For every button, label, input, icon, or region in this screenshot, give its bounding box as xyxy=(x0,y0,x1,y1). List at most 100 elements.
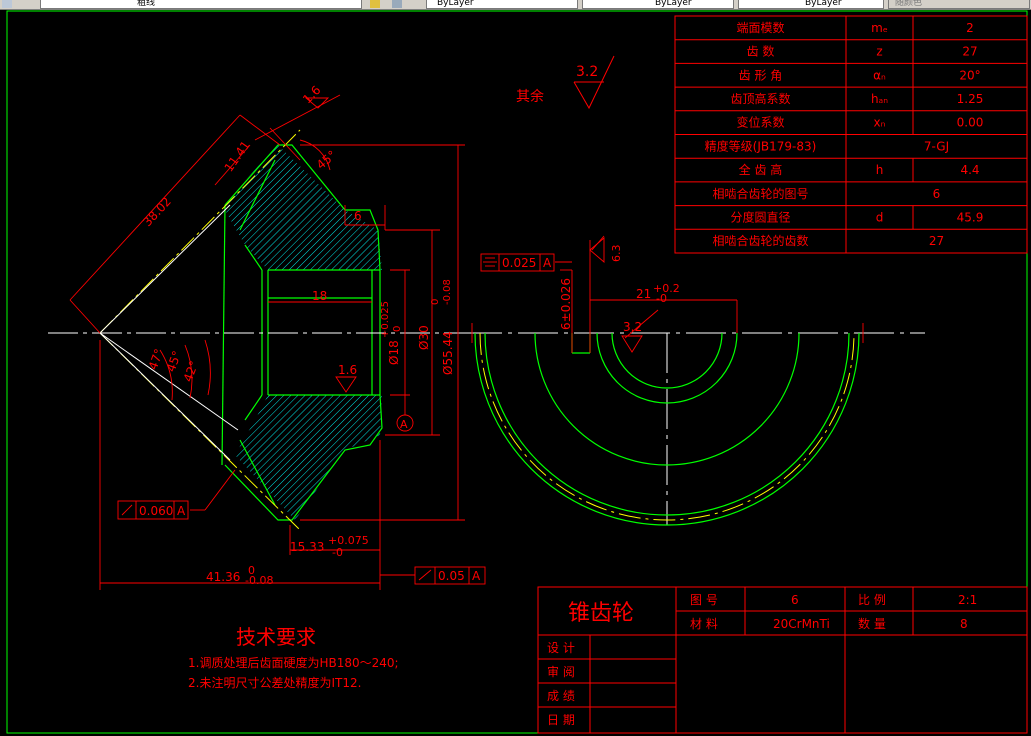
param-symbol: xₙ xyxy=(874,116,886,130)
roughness-keyway: 6.3 xyxy=(610,245,623,263)
sym-ref: A xyxy=(543,256,552,270)
color-combo-value: ByLayer xyxy=(437,0,474,8)
tech-req-item-1: 1.调质处理后齿面硬度为HB180～240; xyxy=(188,655,399,670)
layer-previous-icon[interactable] xyxy=(392,0,402,8)
param-value: 27 xyxy=(962,45,977,59)
color-combo[interactable]: ByLayer xyxy=(426,0,578,9)
param-name: 齿 数 xyxy=(747,44,775,59)
section-view xyxy=(48,129,470,531)
param-value: 7-GJ xyxy=(924,139,949,153)
quantity-value: 8 xyxy=(960,617,968,631)
dim-15-tol-lower: -0 xyxy=(332,546,343,559)
datum-a: A xyxy=(400,418,408,431)
param-value: 45.9 xyxy=(957,210,984,224)
dim-21: 21 xyxy=(636,287,651,301)
dim-15-33: 15.33 xyxy=(290,540,324,554)
layer-combo-value: 粗线 xyxy=(137,0,156,8)
param-symbol: hₐₙ xyxy=(871,92,888,106)
param-name: 分度圆直径 xyxy=(730,209,790,224)
drawing-canvas[interactable]: 1.6 11.41 38.02 45° 6 18 Ø18 +0.025 0 Ø3… xyxy=(0,9,1031,736)
quantity-label: 数 量 xyxy=(858,616,886,631)
runout2-icon xyxy=(418,569,432,581)
param-value: 27 xyxy=(929,234,944,248)
dim-55-tol-lower: -0.08 xyxy=(442,279,453,305)
runout-icon xyxy=(121,504,133,516)
layer-combo[interactable]: 粗线 xyxy=(40,0,362,9)
upper-hatch xyxy=(222,145,382,270)
dim-keyway: 6±0.026 xyxy=(559,278,573,330)
lower-hatch xyxy=(235,395,382,520)
dim-18-bore: Ø18 xyxy=(387,340,401,365)
linetype-combo-value: ByLayer xyxy=(655,0,692,8)
param-value: 4.4 xyxy=(960,163,979,177)
angle-45-top: 45° xyxy=(314,148,339,172)
param-value: 1.25 xyxy=(957,92,984,106)
layer-icon[interactable] xyxy=(370,0,380,8)
param-symbol: z xyxy=(876,45,882,59)
dim-41-36: 41.36 xyxy=(206,570,240,584)
param-symbol: αₙ xyxy=(873,68,886,82)
angle-42: 42° xyxy=(181,359,201,384)
roughness-keyway2-symbol xyxy=(621,335,643,353)
lineweight-combo[interactable]: ByLayer xyxy=(738,0,884,9)
param-name: 相啮合齿轮的图号 xyxy=(712,186,808,201)
plotstyle-combo-value: 随颜色 xyxy=(895,0,923,8)
param-name: 精度等级(JB179-83) xyxy=(705,138,817,153)
param-name: 全 齿 高 xyxy=(739,162,783,177)
sym-tol: 0.025 xyxy=(502,256,536,270)
material-label: 材 料 xyxy=(690,617,718,631)
param-symbol: d xyxy=(876,210,884,224)
param-symbol: mₑ xyxy=(871,21,888,35)
dim-30: Ø30 xyxy=(417,325,431,350)
dim-11-41: 11.41 xyxy=(222,138,253,174)
dim-18: 18 xyxy=(312,289,327,303)
param-value: 2 xyxy=(966,21,974,35)
lineweight-combo-value: ByLayer xyxy=(805,0,842,8)
drawing-no: 6 xyxy=(791,593,799,607)
roughness-keyway2: 3.2 xyxy=(623,320,642,334)
runout-tol: 0.060 xyxy=(139,504,173,518)
grade-label: 成 绩 xyxy=(547,689,575,703)
param-name: 变位系数 xyxy=(736,115,784,130)
param-name: 齿 形 角 xyxy=(739,68,783,82)
material-value: 20CrMnTi xyxy=(773,617,830,631)
dim-21-tol-lower: -0 xyxy=(656,292,667,305)
dim-55: Ø55.44 xyxy=(441,331,455,375)
dim-41-tol-lower: -0.08 xyxy=(245,574,273,587)
review-label: 审 阅 xyxy=(547,664,575,679)
dim-38-02: 38.02 xyxy=(140,194,174,229)
angle-45: 45° xyxy=(164,349,184,374)
layer-state-icon[interactable] xyxy=(2,0,12,8)
param-table: 端面模数 mₑ 2 齿 数 z 27 齿 形 角 αₙ 20° 齿顶高系数 hₐₙ 1.25 变位系数 x… xyxy=(674,15,1028,254)
linetype-combo[interactable]: ByLayer xyxy=(582,0,734,9)
date-label: 日 期 xyxy=(547,713,575,727)
part-name: 锥齿轮 xyxy=(568,601,634,626)
dim-18-tol-lower: 0 xyxy=(392,326,403,332)
side-view xyxy=(462,323,925,526)
tech-req-item-2: 2.未注明尺寸公差处精度为IT12. xyxy=(188,675,361,690)
param-name: 端面模数 xyxy=(736,20,784,35)
param-symbol: h xyxy=(876,163,884,177)
roughness-bore-symbol xyxy=(335,376,357,393)
scale-label: 比 例 xyxy=(858,593,886,607)
param-name: 齿顶高系数 xyxy=(730,91,790,106)
design-label: 设 计 xyxy=(547,641,575,655)
note-remaining: 其余 xyxy=(516,88,544,105)
dim-55-tol-upper: 0 xyxy=(430,299,441,305)
runout2-tol: 0.05 xyxy=(438,569,465,583)
runout-ref: A xyxy=(177,504,186,518)
dim-6: 6 xyxy=(354,209,362,223)
roughness-bore: 1.6 xyxy=(338,363,357,377)
param-value: 0.00 xyxy=(957,116,984,130)
drawing-no-label: 图 号 xyxy=(690,593,718,607)
param-value: 20° xyxy=(959,68,980,82)
runout2-ref: A xyxy=(472,569,481,583)
param-value: 6 xyxy=(933,187,941,201)
back-face xyxy=(221,204,226,466)
tech-req-title: 技术要求 xyxy=(236,625,316,649)
scale-value: 2:1 xyxy=(958,593,977,607)
plotstyle-combo[interactable]: 随颜色 xyxy=(888,0,1030,9)
roughness-general: 3.2 xyxy=(576,64,598,80)
dim-18-tol-upper: +0.025 xyxy=(380,301,391,338)
param-name: 相啮合齿轮的齿数 xyxy=(712,233,808,248)
